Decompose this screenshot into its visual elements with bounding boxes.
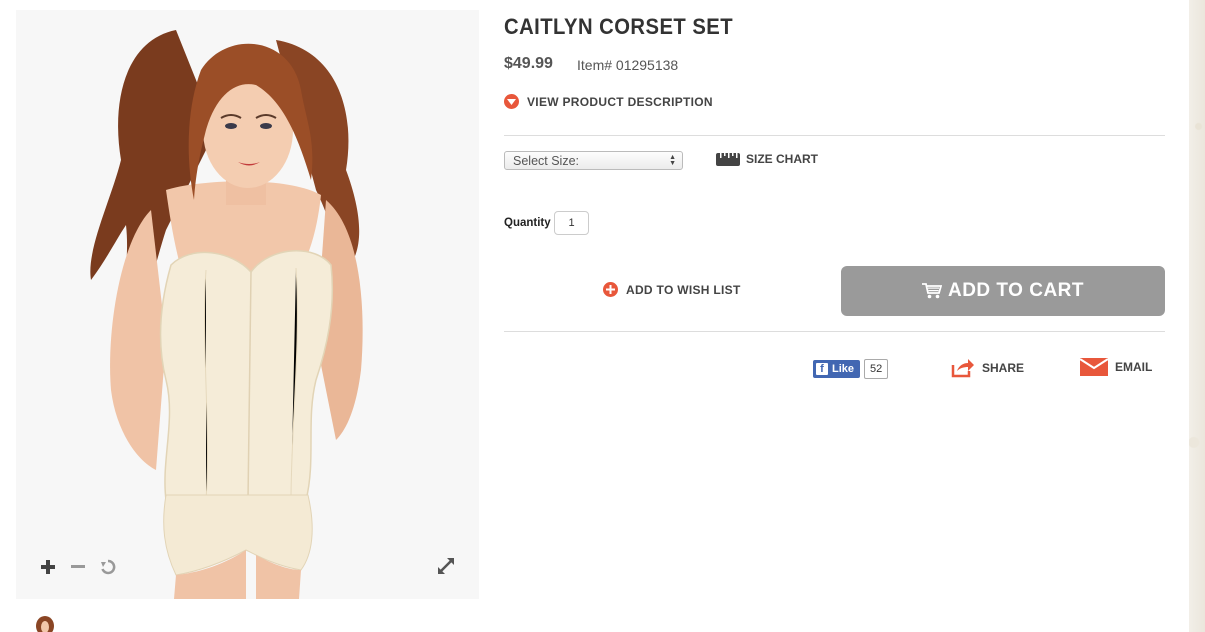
fullscreen-icon[interactable] xyxy=(435,555,457,577)
facebook-like: f Like xyxy=(813,360,861,378)
share-label: SHARE xyxy=(982,361,1025,375)
product-price: $49.99 xyxy=(504,55,553,72)
email-label: EMAIL xyxy=(1115,360,1153,374)
divider xyxy=(504,331,1165,332)
plus-circle-icon xyxy=(603,282,618,297)
select-arrows-icon: ▲ ▼ xyxy=(669,154,676,167)
view-description-link[interactable]: VIEW PRODUCT DESCRIPTION xyxy=(504,94,713,109)
email-button[interactable]: EMAIL xyxy=(1080,358,1152,376)
size-select[interactable]: Select Size: ▲ ▼ xyxy=(504,151,683,170)
facebook-icon: f xyxy=(816,363,828,375)
cart-icon xyxy=(921,283,942,299)
like-label: Like xyxy=(832,363,855,375)
item-number: Item# 01295138 xyxy=(577,57,679,73)
zoom-in-icon[interactable] xyxy=(39,558,57,576)
product-thumbnail[interactable] xyxy=(33,616,57,632)
facebook-like-button[interactable]: f Like 52 xyxy=(813,359,889,379)
product-photo xyxy=(90,30,363,599)
size-chart-link[interactable]: SIZE CHART xyxy=(716,152,818,166)
product-image[interactable] xyxy=(16,10,479,599)
share-icon xyxy=(951,359,974,378)
like-count: 52 xyxy=(864,359,889,379)
add-to-wish-list-button[interactable]: ADD TO WISH LIST xyxy=(603,282,741,297)
add-to-cart-button[interactable]: ADD TO CART xyxy=(841,266,1165,316)
reset-icon[interactable] xyxy=(99,558,117,576)
zoom-out-icon[interactable] xyxy=(69,558,87,576)
page-background-texture xyxy=(1189,0,1205,632)
quantity-input[interactable] xyxy=(554,211,589,235)
view-description-label: VIEW PRODUCT DESCRIPTION xyxy=(527,94,713,109)
size-chart-label: SIZE CHART xyxy=(746,152,818,166)
size-select-value: Select Size: xyxy=(513,154,580,168)
divider xyxy=(504,135,1165,136)
wish-list-label: ADD TO WISH LIST xyxy=(626,282,741,297)
share-button[interactable]: SHARE xyxy=(951,358,1024,378)
add-to-cart-label: ADD TO CART xyxy=(947,280,1085,301)
ruler-icon xyxy=(716,153,740,166)
chevron-down-icon xyxy=(504,94,519,109)
product-title: CAITLYN CORSET SET xyxy=(504,14,734,39)
envelope-icon xyxy=(1080,358,1108,376)
quantity-label: Quantity xyxy=(504,217,551,229)
